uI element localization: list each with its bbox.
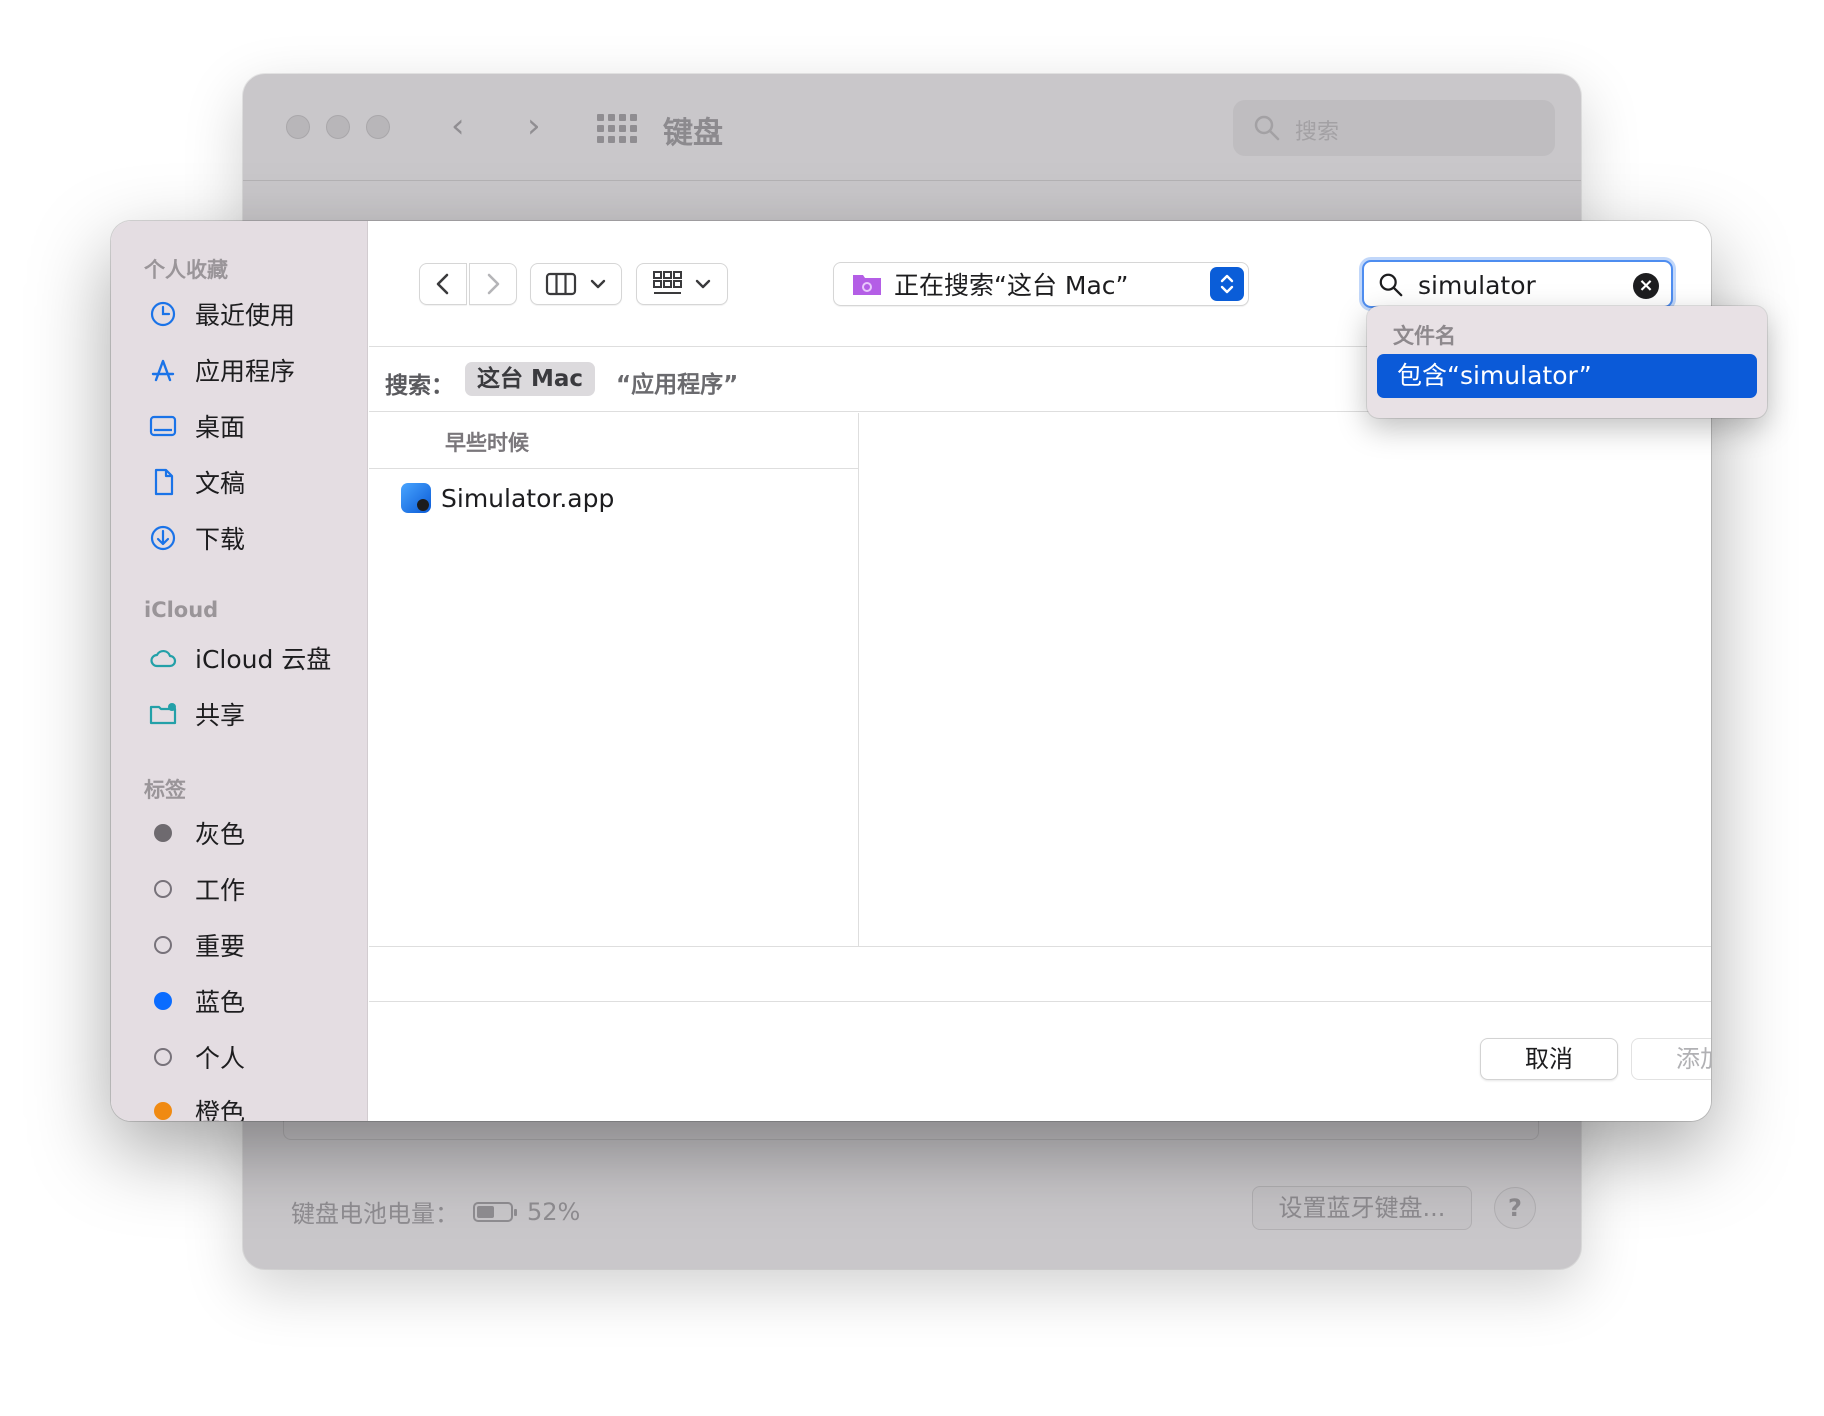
search-icon xyxy=(1254,115,1280,141)
list-section-header: 早些时候 xyxy=(369,413,858,469)
sidebar-item-label: 下载 xyxy=(195,525,246,554)
window-titlebar: ‹ › 键盘 搜索 xyxy=(243,74,1581,181)
keyboard-battery-status: 键盘电池电量： 52% xyxy=(291,1194,580,1229)
minimize-window-button[interactable] xyxy=(326,115,350,139)
sidebar-item-label: 桌面 xyxy=(195,413,246,442)
simulator-app-icon xyxy=(401,483,431,513)
scope-label: 搜索： xyxy=(385,373,454,399)
back-arrow-icon[interactable]: ‹ xyxy=(451,106,465,146)
chevron-right-icon xyxy=(487,273,500,295)
setup-bluetooth-keyboard-button[interactable]: 设置蓝牙键盘... xyxy=(1252,1186,1472,1230)
sidebar-item-label: 文稿 xyxy=(195,469,246,498)
sidebar-tag-important[interactable]: 重要 xyxy=(147,925,245,965)
search-icon xyxy=(1379,273,1403,297)
sidebar-tag-orange[interactable]: 橙色 xyxy=(147,1091,245,1121)
forward-arrow-icon[interactable]: › xyxy=(527,106,541,146)
chevron-down-icon xyxy=(695,279,711,289)
apps-icon xyxy=(147,354,179,386)
sidebar-tag-blue[interactable]: 蓝色 xyxy=(147,981,245,1021)
sidebar-item-label: iCloud 云盘 xyxy=(195,645,332,674)
sidebar: 个人收藏 最近使用 应用程序 桌面 文稿 下载 iCloud iCloud 云盘 xyxy=(111,221,368,1121)
back-button[interactable] xyxy=(419,263,467,305)
location-label: 正在搜索“这台 Mac” xyxy=(894,271,1129,300)
tag-dot-icon xyxy=(154,1102,172,1120)
columns-view-icon xyxy=(545,272,577,296)
sidebar-item-label: 灰色 xyxy=(195,820,246,849)
smart-folder-icon xyxy=(853,275,881,295)
sidebar-item-documents[interactable]: 文稿 xyxy=(147,462,245,502)
battery-label: 键盘电池电量： xyxy=(291,1200,459,1228)
shared-folder-icon xyxy=(147,698,179,730)
icloud-header: iCloud xyxy=(144,598,219,622)
zoom-window-button[interactable] xyxy=(366,115,390,139)
tags-header: 标签 xyxy=(144,778,186,802)
document-icon xyxy=(147,466,179,498)
forward-button[interactable] xyxy=(469,263,517,305)
add-button[interactable]: 添加 xyxy=(1631,1038,1711,1080)
sidebar-tag-work[interactable]: 工作 xyxy=(147,869,245,909)
suggestion-item-filename-contains[interactable]: 包含“simulator” xyxy=(1377,354,1757,398)
suggestion-group-header: 文件名 xyxy=(1393,324,1456,348)
sidebar-tag-personal[interactable]: 个人 xyxy=(147,1037,245,1077)
window-title: 键盘 xyxy=(663,116,723,151)
sidebar-item-label: 工作 xyxy=(195,876,246,905)
favorites-header: 个人收藏 xyxy=(144,258,228,282)
sidebar-item-icloud-drive[interactable]: iCloud 云盘 xyxy=(147,638,331,678)
search-input-value: simulator xyxy=(1418,271,1536,300)
battery-fill xyxy=(477,1205,494,1218)
tag-ring-icon xyxy=(154,880,172,898)
scope-this-mac-button[interactable]: 这台 Mac xyxy=(465,362,595,396)
group-by-button[interactable] xyxy=(636,263,728,305)
tag-ring-icon xyxy=(154,1048,172,1066)
clock-icon xyxy=(147,298,179,330)
up-down-chevron-icon xyxy=(1220,274,1234,294)
location-popup[interactable]: 正在搜索“这台 Mac” xyxy=(833,262,1249,306)
cancel-button[interactable]: 取消 xyxy=(1480,1038,1618,1080)
grid-group-icon xyxy=(653,271,682,294)
close-window-button[interactable] xyxy=(286,115,310,139)
battery-percent: 52% xyxy=(527,1197,581,1226)
battery-icon xyxy=(473,1201,517,1222)
help-button[interactable]: ? xyxy=(1494,1187,1536,1229)
preferences-search-field[interactable]: 搜索 xyxy=(1233,100,1555,156)
sidebar-item-label: 重要 xyxy=(195,932,246,961)
file-name: Simulator.app xyxy=(441,483,615,513)
view-mode-button[interactable] xyxy=(530,263,622,305)
sidebar-item-label: 共享 xyxy=(195,701,246,730)
sidebar-item-label: 最近使用 xyxy=(195,301,296,330)
list-item[interactable]: Simulator.app xyxy=(401,483,614,513)
tag-dot-icon xyxy=(154,992,172,1010)
search-placeholder: 搜索 xyxy=(1295,120,1340,145)
tag-dot-icon xyxy=(154,824,172,842)
show-all-grid-icon[interactable] xyxy=(597,114,637,143)
tag-ring-icon xyxy=(154,936,172,954)
search-suggestions-menu: 文件名 包含“simulator” xyxy=(1367,306,1767,418)
sidebar-item-label: 应用程序 xyxy=(195,357,296,386)
sidebar-item-recents[interactable]: 最近使用 xyxy=(147,294,295,334)
sidebar-item-applications[interactable]: 应用程序 xyxy=(147,350,295,390)
path-bar xyxy=(369,946,1711,1002)
sidebar-item-label: 蓝色 xyxy=(195,988,246,1017)
cloud-icon xyxy=(147,642,179,674)
content-frame xyxy=(283,1118,1539,1140)
section-title: 早些时候 xyxy=(445,431,529,455)
file-search-field[interactable]: simulator × xyxy=(1362,260,1673,308)
sidebar-item-label: 橙色 xyxy=(195,1098,246,1121)
scope-applications-button[interactable]: “应用程序” xyxy=(616,365,738,399)
chevron-left-icon xyxy=(436,273,449,295)
sidebar-item-shared[interactable]: 共享 xyxy=(147,694,245,734)
sidebar-tag-gray[interactable]: 灰色 xyxy=(147,813,245,853)
download-icon xyxy=(147,522,179,554)
sidebar-item-downloads[interactable]: 下载 xyxy=(147,518,245,558)
desktop-icon xyxy=(147,410,179,442)
sidebar-item-label: 个人 xyxy=(195,1044,246,1073)
clear-search-icon[interactable]: × xyxy=(1633,273,1659,299)
location-stepper[interactable] xyxy=(1210,267,1244,301)
sidebar-item-desktop[interactable]: 桌面 xyxy=(147,406,245,446)
chevron-down-icon xyxy=(590,279,606,289)
results-list: 早些时候 Simulator.app xyxy=(369,413,859,946)
